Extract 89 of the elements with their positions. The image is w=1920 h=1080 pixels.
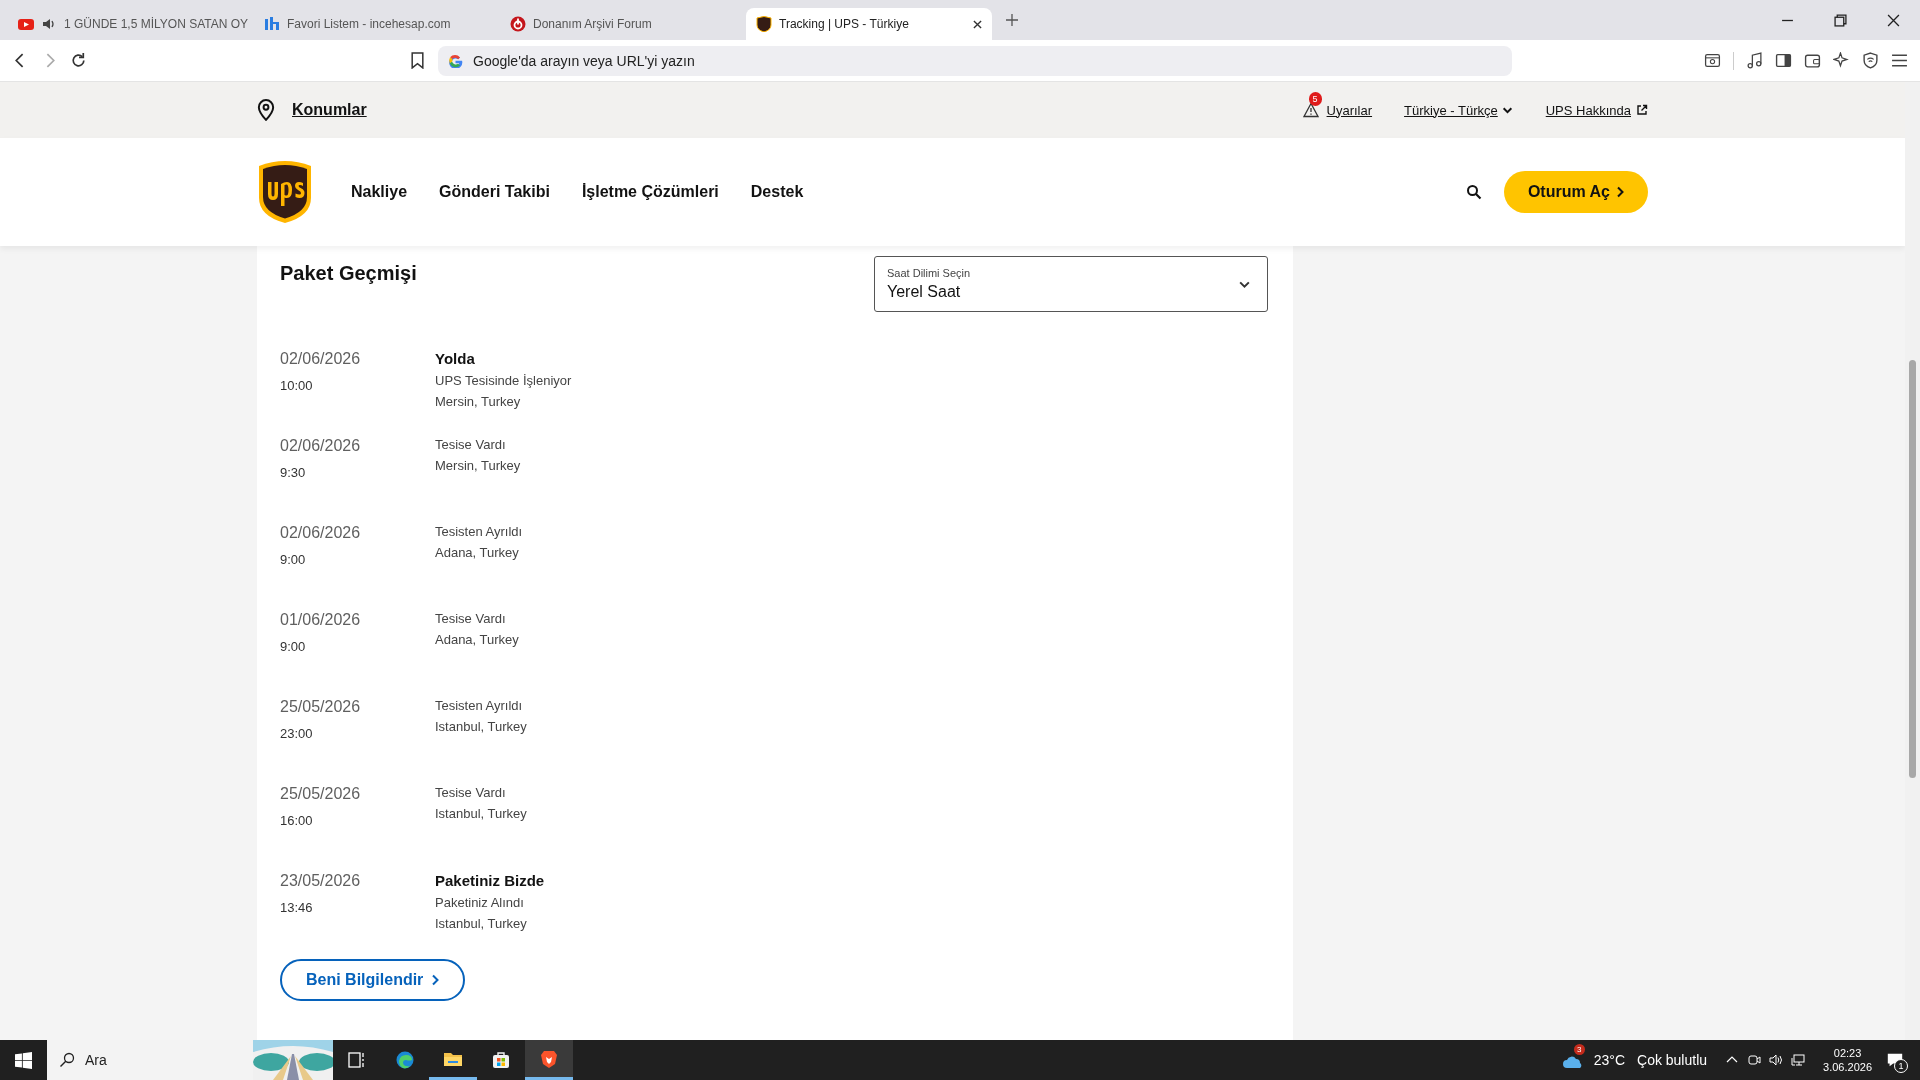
event-date: 01/06/2026 bbox=[280, 611, 362, 629]
event-time: 16:00 bbox=[280, 813, 314, 828]
event-time: 10:00 bbox=[280, 378, 314, 393]
shopping-bag-icon[interactable] bbox=[491, 1050, 511, 1070]
event-time: 9:00 bbox=[280, 552, 307, 567]
close-icon[interactable] bbox=[973, 19, 982, 29]
clock-date[interactable]: 3.06.2026 bbox=[1823, 1061, 1872, 1073]
shield-logo-icon bbox=[756, 16, 772, 32]
chevron-right-icon bbox=[1616, 186, 1624, 198]
event-description: Paketiniz Alındı bbox=[435, 895, 525, 910]
search-icon[interactable] bbox=[1465, 184, 1482, 200]
nav-link[interactable]: Nakliye bbox=[351, 183, 408, 201]
event-status: Paketiniz Bizde bbox=[435, 872, 545, 889]
volume-icon[interactable] bbox=[1769, 1053, 1784, 1067]
event-location: Adana, Turkey bbox=[435, 545, 520, 560]
power-logo-icon bbox=[510, 16, 526, 32]
wallet-icon[interactable] bbox=[1804, 52, 1821, 69]
restore-icon[interactable] bbox=[1834, 13, 1847, 27]
chevron-right-icon bbox=[431, 974, 440, 986]
weather-condition[interactable]: Çok bulutlu bbox=[1637, 1052, 1708, 1068]
event-description: Tesisten Ayrıldı bbox=[435, 698, 524, 713]
taskbar-search-field[interactable]: Ara bbox=[47, 1040, 253, 1080]
event-date: 23/05/2026 bbox=[280, 872, 362, 890]
event-time: 23:00 bbox=[280, 726, 314, 741]
about-link[interactable]: UPS Hakkında bbox=[1545, 102, 1631, 118]
event-time: 9:00 bbox=[280, 639, 307, 654]
address-bar[interactable]: Google'da arayın veya URL'yi yazın bbox=[438, 45, 1512, 76]
music-note-icon[interactable] bbox=[1746, 52, 1763, 69]
event-location: Istanbul, Turkey bbox=[435, 719, 527, 734]
task-view-icon[interactable] bbox=[347, 1050, 367, 1070]
warning-icon bbox=[1302, 102, 1319, 118]
event-location: Mersin, Turkey bbox=[435, 394, 522, 409]
event-time: 13:46 bbox=[280, 900, 314, 915]
speaker-icon[interactable] bbox=[41, 16, 57, 32]
event-date: 02/06/2026 bbox=[280, 524, 362, 542]
language-selector[interactable]: Türkiye - Türkçe bbox=[1404, 102, 1498, 118]
clock-time[interactable]: 02:23 bbox=[1833, 1047, 1862, 1059]
notification-count: 1 bbox=[1894, 1059, 1908, 1073]
event-time: 9:30 bbox=[280, 465, 307, 480]
external-link-icon bbox=[1636, 104, 1648, 116]
event-description: Tesisten Ayrıldı bbox=[435, 524, 523, 539]
browser-tab[interactable]: Favori Listem - incehesap.com bbox=[254, 8, 500, 40]
bookmark-icon[interactable] bbox=[409, 52, 426, 69]
event-status: Yolda bbox=[435, 350, 476, 367]
section-title: Paket Geçmişi bbox=[280, 262, 417, 285]
menu-icon[interactable] bbox=[1891, 52, 1908, 69]
timezone-select[interactable]: Saat Dilimi Seçin Yerel Saat bbox=[874, 256, 1268, 312]
ups-logo[interactable] bbox=[257, 160, 313, 224]
event-description: Tesise Vardı bbox=[435, 437, 507, 452]
reload-icon[interactable] bbox=[70, 52, 87, 69]
event-date: 25/05/2026 bbox=[280, 785, 362, 803]
event-description: Tesise Vardı bbox=[435, 785, 507, 800]
location-pin-icon bbox=[257, 99, 275, 121]
event-location: Istanbul, Turkey bbox=[435, 806, 527, 821]
windows-start-icon[interactable] bbox=[15, 1051, 32, 1069]
sidebar-icon[interactable] bbox=[1775, 52, 1792, 69]
locations-link[interactable]: Konumlar bbox=[292, 101, 367, 119]
browser-tab[interactable]: Tracking | UPS - Türkiye bbox=[746, 8, 992, 40]
google-logo-icon bbox=[448, 53, 463, 68]
camera-icon[interactable] bbox=[1747, 1053, 1762, 1067]
event-location: Mersin, Turkey bbox=[435, 458, 521, 473]
sign-in-button[interactable]: Oturum Aç bbox=[1503, 171, 1648, 213]
event-location: Istanbul, Turkey bbox=[435, 916, 528, 931]
network-icon[interactable] bbox=[1791, 1053, 1806, 1067]
search-icon bbox=[59, 1052, 75, 1068]
wave-app-icon[interactable] bbox=[395, 1050, 415, 1070]
nav-link[interactable]: Destek bbox=[750, 183, 804, 201]
site-logo-icon bbox=[264, 16, 280, 32]
sparkle-icon[interactable] bbox=[1833, 52, 1850, 69]
weather-badge: 3 bbox=[1573, 1044, 1585, 1055]
notify-button[interactable]: Beni Bilgilendir bbox=[280, 959, 466, 1001]
nav-link[interactable]: İşletme Çözümleri bbox=[581, 183, 719, 201]
event-description: Tesise Vardı bbox=[435, 611, 507, 626]
event-date: 02/06/2026 bbox=[280, 437, 362, 455]
shield-icon[interactable] bbox=[1862, 52, 1879, 69]
event-date: 25/05/2026 bbox=[280, 698, 362, 716]
event-description: UPS Tesisinde İşleniyor bbox=[435, 373, 572, 388]
video-logo-icon bbox=[18, 16, 34, 32]
alert-count: 5 bbox=[1308, 92, 1322, 106]
event-location: Adana, Turkey bbox=[435, 632, 519, 647]
nav-link[interactable]: Gönderi Takibi bbox=[439, 183, 550, 201]
browser-tab[interactable]: 1 GÜNDE 1,5 MİLYON SATAN OY bbox=[8, 8, 254, 40]
weather-temperature[interactable]: 23°C bbox=[1593, 1052, 1625, 1068]
page-search-icon[interactable] bbox=[1704, 52, 1721, 69]
alerts-link[interactable]: Uyarılar bbox=[1326, 102, 1373, 118]
new-tab-icon[interactable] bbox=[1006, 14, 1018, 26]
browser-tab[interactable]: Donanım Arşivi Forum bbox=[500, 8, 746, 40]
event-date: 02/06/2026 bbox=[280, 350, 362, 368]
close-icon[interactable] bbox=[1887, 13, 1900, 27]
